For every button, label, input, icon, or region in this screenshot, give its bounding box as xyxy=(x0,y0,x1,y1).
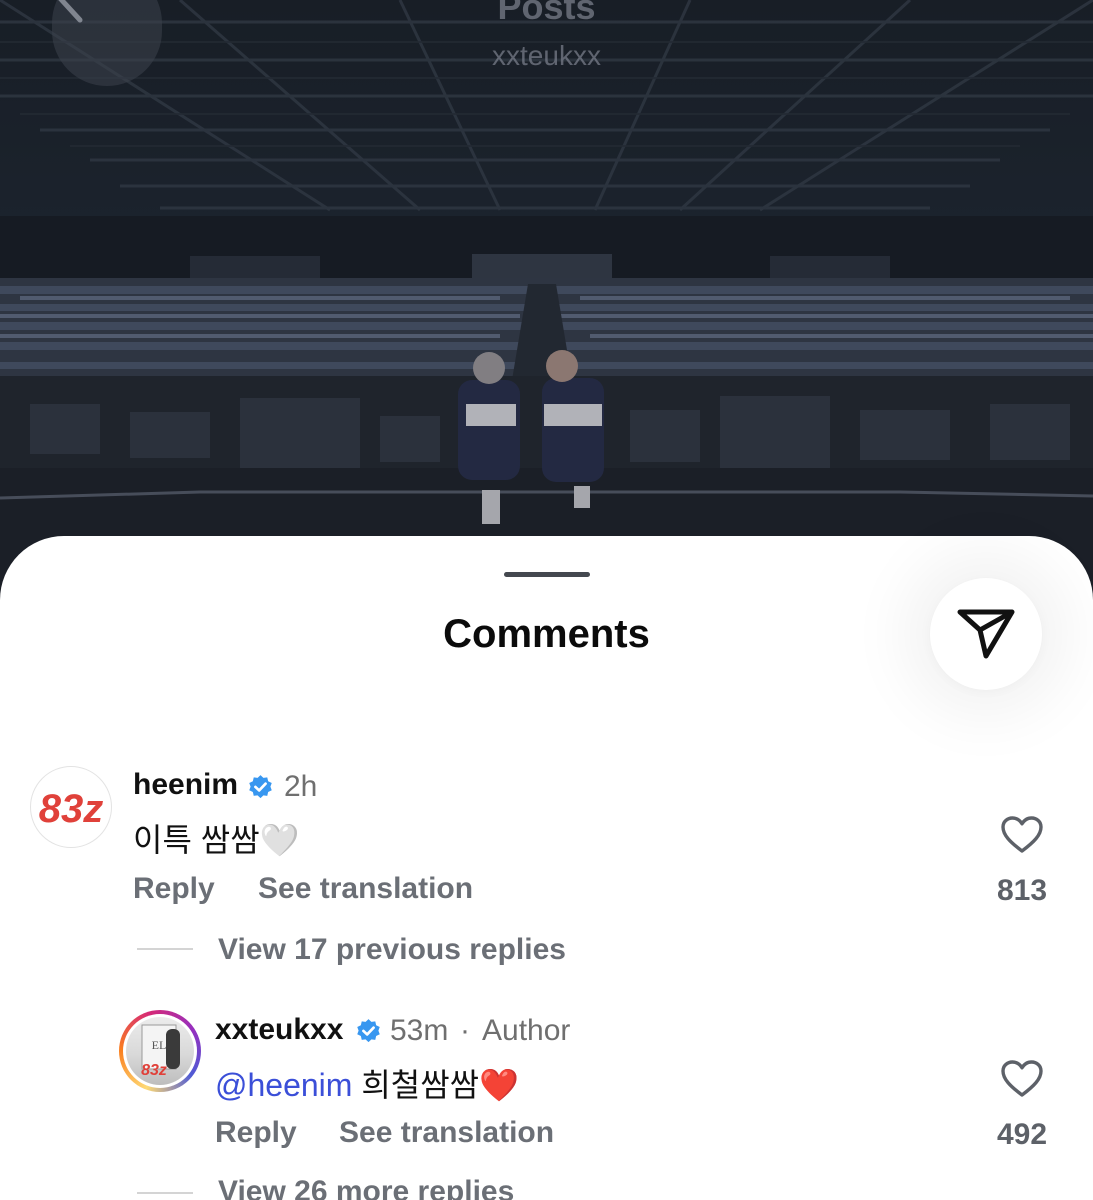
comment-username[interactable]: heenim xyxy=(133,768,238,802)
83z-logo: 83z xyxy=(39,787,104,831)
post-photo-background: Posts xxteukxx xyxy=(0,0,1093,620)
heart-outline-icon[interactable] xyxy=(1000,815,1044,855)
heart-outline-icon[interactable] xyxy=(1000,1059,1044,1099)
comment-time: 53m xyxy=(390,1014,449,1047)
sheet-grabber-handle[interactable] xyxy=(504,572,590,577)
comment-text-body: 희철쌈쌈❤️ xyxy=(352,1067,519,1103)
svg-text:83z: 83z xyxy=(141,1062,167,1079)
see-translation-button[interactable]: See translation xyxy=(339,1116,554,1150)
avatar-image: EL 83z xyxy=(141,1024,180,1079)
meta-separator: · xyxy=(460,1014,470,1047)
comment-text: 이특 쌈쌈🤍 xyxy=(133,822,300,858)
avatar-story-ring[interactable]: EL 83z xyxy=(119,1010,201,1092)
avatar[interactable]: 83z xyxy=(30,766,112,848)
reply-button[interactable]: Reply xyxy=(133,872,215,906)
avatar-photo: EL 83z xyxy=(126,1017,194,1085)
comments-sheet: Comments xyxy=(0,536,1093,1200)
reply-button[interactable]: Reply xyxy=(215,1116,297,1150)
svg-text:EL: EL xyxy=(152,1038,167,1052)
see-translation-button[interactable]: See translation xyxy=(258,872,473,906)
verified-badge-icon xyxy=(357,1019,380,1043)
verified-badge-icon xyxy=(249,775,272,799)
concert-stage-illustration xyxy=(0,0,1093,620)
svg-text:83z: 83z xyxy=(39,787,104,831)
share-button[interactable] xyxy=(930,578,1042,690)
mention-link[interactable]: @heenim xyxy=(215,1067,352,1103)
author-tag: Author xyxy=(482,1014,571,1047)
comment-username[interactable]: xxteukxx xyxy=(215,1013,343,1047)
comment-text: @heenim 희철쌈쌈❤️ xyxy=(215,1060,519,1106)
replies-divider xyxy=(137,1192,193,1194)
replies-divider xyxy=(137,948,193,950)
comment-time: 2h xyxy=(284,770,318,803)
like-count: 492 xyxy=(996,1118,1048,1151)
like-count: 813 xyxy=(996,874,1048,907)
page-subtitle-username[interactable]: xxteukxx xyxy=(0,40,1093,72)
view-previous-replies-button[interactable]: View 17 previous replies xyxy=(218,933,566,967)
share-paper-plane-icon xyxy=(957,609,1015,659)
view-more-replies-button[interactable]: View 26 more replies xyxy=(218,1175,514,1200)
page-title: Posts xyxy=(497,0,596,27)
